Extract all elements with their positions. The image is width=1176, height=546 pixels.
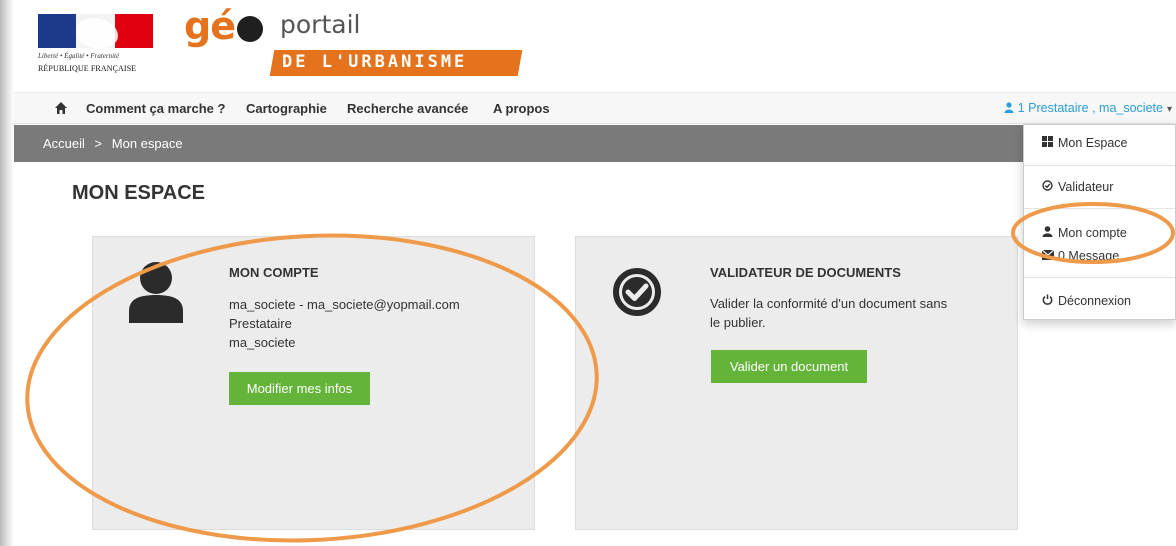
dropdown-divider xyxy=(1024,208,1175,209)
grid-icon xyxy=(1042,136,1054,150)
check-circle-icon xyxy=(1042,180,1054,194)
dropdown-divider xyxy=(1024,165,1175,166)
logo-portail: portail xyxy=(280,10,361,39)
user-icon xyxy=(1004,102,1014,113)
validator-description-line-1: Valider la conformité d'un document sans xyxy=(710,296,948,311)
republic-motto: Liberté • Égalité • Fraternité xyxy=(38,52,120,60)
geoportail-logo[interactable]: gé portail DE L'URBANISME xyxy=(184,4,544,84)
person-icon xyxy=(129,262,183,323)
dropdown-item-message[interactable]: 0 Message xyxy=(1041,249,1119,263)
dropdown-item-validateur[interactable]: Validateur xyxy=(1042,180,1113,194)
edit-info-button[interactable]: Modifier mes infos xyxy=(229,372,370,405)
account-company-line: ma_societe xyxy=(229,335,296,350)
home-icon[interactable] xyxy=(54,101,68,115)
check-circle-icon xyxy=(613,268,661,316)
breadcrumb: Accueil > Mon espace xyxy=(14,125,1176,162)
breadcrumb-current: Mon espace xyxy=(111,136,183,151)
validator-card-title: VALIDATEUR DE DOCUMENTS xyxy=(710,265,901,280)
account-card: MON COMPTE ma_societe - ma_societe@yopma… xyxy=(92,236,535,530)
account-card-title: MON COMPTE xyxy=(229,265,319,280)
user-icon xyxy=(1042,226,1054,240)
dropdown-item-mon-espace[interactable]: Mon Espace xyxy=(1042,136,1127,150)
dropdown-item-deconnexion[interactable]: Déconnexion xyxy=(1042,294,1131,308)
validate-document-button[interactable]: Valider un document xyxy=(711,350,867,383)
window-edge xyxy=(0,0,14,546)
user-dropdown-menu: Mon Espace Validateur Mon compte 0 Messa… xyxy=(1023,124,1176,320)
envelope-icon xyxy=(1041,249,1055,263)
dropdown-item-mon-compte[interactable]: Mon compte xyxy=(1042,226,1127,240)
account-role-line: Prestataire xyxy=(229,316,292,331)
logo-urbanisme: DE L'URBANISME xyxy=(282,52,468,72)
user-menu-toggle[interactable]: 1 Prestataire , ma_societe ▾ xyxy=(1004,101,1172,115)
republic-name: RÉPUBLIQUE FRANÇAISE xyxy=(38,64,137,73)
logo-geo: gé xyxy=(184,4,263,48)
power-icon xyxy=(1042,294,1054,308)
validator-card: VALIDATEUR DE DOCUMENTS Valider la confo… xyxy=(575,236,1018,530)
nav-cartographie[interactable]: Cartographie xyxy=(246,101,327,116)
user-menu-label: 1 Prestataire , ma_societe xyxy=(1017,101,1163,115)
caret-down-icon: ▾ xyxy=(1166,104,1172,115)
nav-recherche-avancee[interactable]: Recherche avancée xyxy=(347,101,468,116)
site-header: Liberté • Égalité • Fraternité RÉPUBLIQU… xyxy=(14,0,1176,92)
page-title: MON ESPACE xyxy=(72,182,205,204)
dropdown-divider xyxy=(1024,277,1175,278)
account-email-line: ma_societe - ma_societe@yopmail.com xyxy=(229,297,460,312)
nav-a-propos[interactable]: A propos xyxy=(493,101,550,116)
validator-description-line-2: le publier. xyxy=(710,315,766,330)
breadcrumb-home[interactable]: Accueil xyxy=(43,136,85,151)
republic-logo: Liberté • Égalité • Fraternité RÉPUBLIQU… xyxy=(38,14,153,78)
nav-comment-ca-marche[interactable]: Comment ça marche ? xyxy=(86,101,225,116)
breadcrumb-separator: > xyxy=(94,136,103,151)
main-navbar: Comment ça marche ? Cartographie Recherc… xyxy=(14,92,1176,124)
